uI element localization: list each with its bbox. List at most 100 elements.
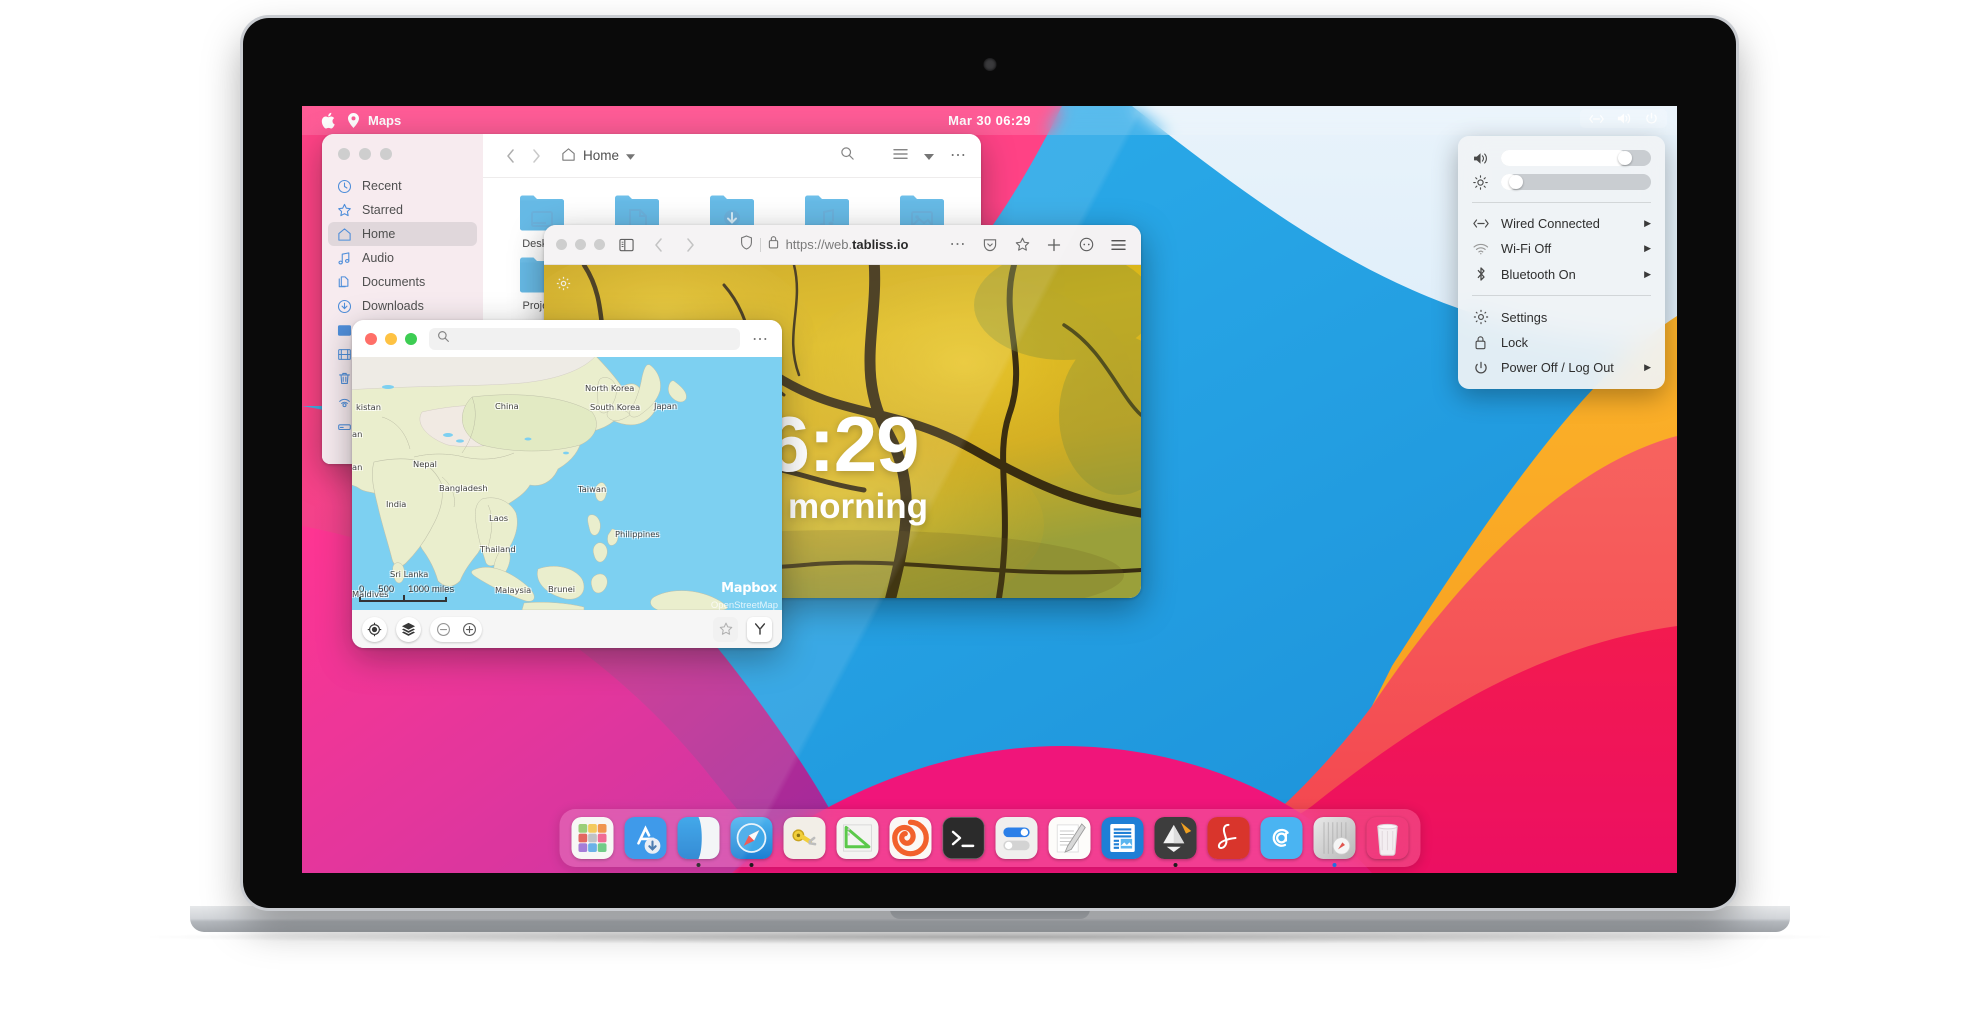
minimize-button[interactable] [575, 239, 586, 250]
shield-icon[interactable] [740, 234, 753, 255]
system-status-menu[interactable]: Wired Connected ▶ Wi-Fi Off ▶ Bluetooth On ▶ … [1458, 136, 1665, 389]
dock-item-finder[interactable] [677, 817, 719, 867]
osm-attribution[interactable]: OpenStreetMap [711, 600, 778, 610]
dock-item-trash[interactable] [1366, 817, 1408, 859]
zoom-out-icon[interactable] [430, 617, 456, 642]
sidebar-toggle-icon[interactable] [615, 234, 637, 256]
dock-item-document-viewer[interactable] [1101, 817, 1143, 859]
minimize-button[interactable] [359, 148, 371, 160]
dock-item-inkscape[interactable] [1154, 817, 1196, 867]
sidebar-item-recent[interactable]: Recent [328, 174, 477, 198]
brightness-slider[interactable] [1501, 174, 1651, 190]
launchpad-icon[interactable] [571, 817, 613, 859]
map-canvas[interactable]: kistan an an Nepal China North Korea South Kor… [352, 357, 782, 610]
terminal-icon[interactable] [942, 817, 984, 859]
dock-item-spiral-app[interactable] [889, 817, 931, 859]
dock-item-terminal[interactable] [942, 817, 984, 859]
dock-item-notes[interactable] [1048, 817, 1090, 859]
sidebar-item-home[interactable]: Home [328, 222, 477, 246]
notes-icon[interactable] [1048, 817, 1090, 859]
search-icon[interactable] [840, 146, 855, 166]
automator-icon[interactable] [783, 817, 825, 859]
sidebar-item-starred[interactable]: Starred [328, 198, 477, 222]
more-dots-icon[interactable]: ⋯ [947, 234, 969, 256]
chevron-right-icon[interactable]: ▶ [1644, 269, 1651, 280]
trash-icon[interactable] [1366, 817, 1408, 859]
sidebar-item-downloads[interactable]: Downloads [328, 294, 477, 318]
app-store-icon[interactable] [624, 817, 666, 859]
apple-logo-icon[interactable] [314, 112, 342, 129]
zoom-controls[interactable] [430, 616, 482, 642]
close-button[interactable] [365, 332, 377, 345]
map-layers-icon[interactable] [396, 616, 421, 642]
hamburger-menu-icon[interactable] [1107, 234, 1129, 256]
close-button[interactable] [556, 239, 567, 250]
menu-item-settings[interactable]: Settings [1458, 304, 1665, 330]
browser-window-controls[interactable] [556, 239, 605, 250]
browser-toolbar[interactable]: https://web.tabliss.io ⋯ [544, 225, 1141, 265]
volume-icon[interactable] [1617, 112, 1632, 125]
files-toolbar[interactable]: Home ⋯ [483, 134, 981, 178]
new-tab-plus-icon[interactable] [1043, 234, 1065, 256]
volume-slider[interactable] [1501, 150, 1651, 166]
menubar-tray[interactable] [1580, 109, 1667, 128]
sidebar-item-audio[interactable]: Audio [328, 246, 477, 270]
menu-item-power-off-log-out[interactable]: Power Off / Log Out ▶ [1458, 355, 1665, 380]
sidebar-item-documents[interactable]: Documents [328, 270, 477, 294]
maximize-button[interactable] [405, 332, 417, 345]
maps-window-controls[interactable] [365, 332, 417, 345]
maps-search-input[interactable] [429, 327, 740, 350]
dock[interactable] [559, 809, 1420, 867]
dock-item-pdf-reader[interactable] [1207, 817, 1249, 859]
chevron-right-icon[interactable]: ▶ [1644, 362, 1651, 373]
more-options-icon[interactable]: ⋯ [950, 147, 967, 163]
dock-item-launchpad[interactable] [571, 817, 613, 859]
inkscape-icon[interactable] [1154, 817, 1196, 859]
power-icon[interactable] [1645, 112, 1658, 125]
close-button[interactable] [338, 148, 350, 160]
safari-icon[interactable] [730, 817, 772, 859]
dock-item-mail[interactable] [1260, 817, 1302, 859]
dock-item-system-settings[interactable] [995, 817, 1037, 859]
dock-item-app-store[interactable] [624, 817, 666, 859]
maps-footer[interactable] [352, 610, 782, 648]
dock-item-automator[interactable] [783, 817, 825, 859]
dock-item-graphics-app[interactable] [836, 817, 878, 859]
files-window-controls[interactable] [322, 134, 483, 160]
disk-utility-icon[interactable] [1313, 817, 1355, 859]
volume-slider-row[interactable] [1458, 146, 1665, 170]
save-to-pocket-icon[interactable] [979, 234, 1001, 256]
minimize-button[interactable] [385, 332, 397, 345]
url-text[interactable]: https://web.tabliss.io [786, 237, 909, 252]
back-arrow-icon[interactable] [497, 143, 523, 169]
wired-network-icon[interactable] [1589, 113, 1604, 125]
maps-titlebar[interactable]: ⋯ [352, 320, 782, 357]
bookmark-star-icon[interactable] [1011, 234, 1033, 256]
chevron-down-icon[interactable] [626, 148, 636, 163]
zoom-in-icon[interactable] [456, 617, 482, 642]
graphics-app-icon[interactable] [836, 817, 878, 859]
mail-icon[interactable] [1260, 817, 1302, 859]
dock-item-safari[interactable] [730, 817, 772, 867]
account-icon[interactable] [1075, 234, 1097, 256]
breadcrumb[interactable]: Home [561, 147, 636, 165]
maximize-button[interactable] [594, 239, 605, 250]
more-options-icon[interactable]: ⋯ [752, 329, 769, 349]
forward-arrow-icon[interactable] [679, 234, 701, 256]
maps-window[interactable]: ⋯ kistan an an Nepal China North Korea S… [352, 320, 782, 648]
dock-item-disk-utility[interactable] [1313, 817, 1355, 867]
document-viewer-icon[interactable] [1101, 817, 1143, 859]
favorite-star-icon[interactable] [713, 616, 738, 642]
system-settings-icon[interactable] [995, 817, 1037, 859]
gear-icon[interactable] [556, 276, 571, 296]
pdf-reader-icon[interactable] [1207, 817, 1249, 859]
chevron-right-icon[interactable]: ▶ [1644, 243, 1651, 254]
mapbox-attribution[interactable]: Mapbox [721, 581, 777, 596]
menu-item-wi-fi-off[interactable]: Wi-Fi Off ▶ [1458, 236, 1665, 261]
locate-me-icon[interactable] [362, 616, 387, 642]
menu-item-lock[interactable]: Lock [1458, 330, 1665, 355]
directions-icon[interactable] [747, 616, 772, 642]
forward-arrow-icon[interactable] [523, 143, 549, 169]
menu-item-bluetooth-on[interactable]: Bluetooth On ▶ [1458, 261, 1665, 287]
finder-icon[interactable] [677, 817, 719, 859]
